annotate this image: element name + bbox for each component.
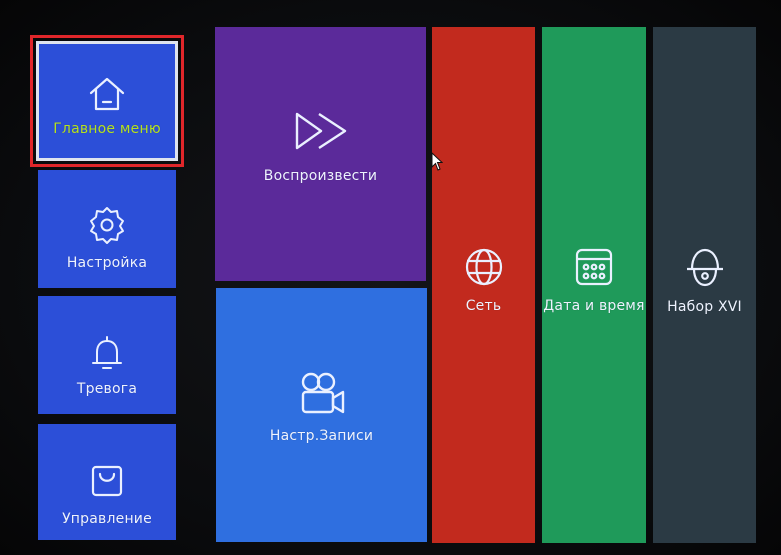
dome-camera-icon xyxy=(682,245,728,291)
tile-playback[interactable]: Воспроизвести xyxy=(215,27,426,281)
tile-alarm-label: Тревога xyxy=(76,381,138,397)
tile-settings[interactable]: Настройка xyxy=(38,170,176,288)
fast-forward-icon xyxy=(293,110,349,152)
mouse-cursor-icon xyxy=(431,151,444,176)
tile-record-settings-label: Настр.Записи xyxy=(269,428,374,444)
tile-datetime[interactable]: Дата и время xyxy=(542,27,646,543)
tile-network-label: Сеть xyxy=(465,298,502,314)
tile-management[interactable]: Управление xyxy=(38,424,176,540)
tile-datetime-label: Дата и время xyxy=(543,298,645,314)
gear-icon xyxy=(87,205,127,245)
tile-playback-label: Воспроизвести xyxy=(263,168,378,184)
tile-alarm[interactable]: Тревога xyxy=(38,296,176,414)
selection-inner-border xyxy=(36,41,178,161)
tile-management-label: Управление xyxy=(62,511,152,527)
tile-settings-label: Настройка xyxy=(66,255,148,271)
bag-icon xyxy=(87,461,127,501)
video-camera-icon xyxy=(298,370,346,416)
tile-ptz[interactable]: Набор XVI xyxy=(653,27,756,543)
tile-record-settings[interactable]: Настр.Записи xyxy=(216,288,427,542)
globe-icon xyxy=(463,246,505,288)
calendar-icon xyxy=(573,246,615,288)
bell-icon xyxy=(87,333,127,373)
tile-network[interactable]: Сеть xyxy=(432,27,535,543)
tile-ptz-label: Набор XVI xyxy=(667,299,742,315)
